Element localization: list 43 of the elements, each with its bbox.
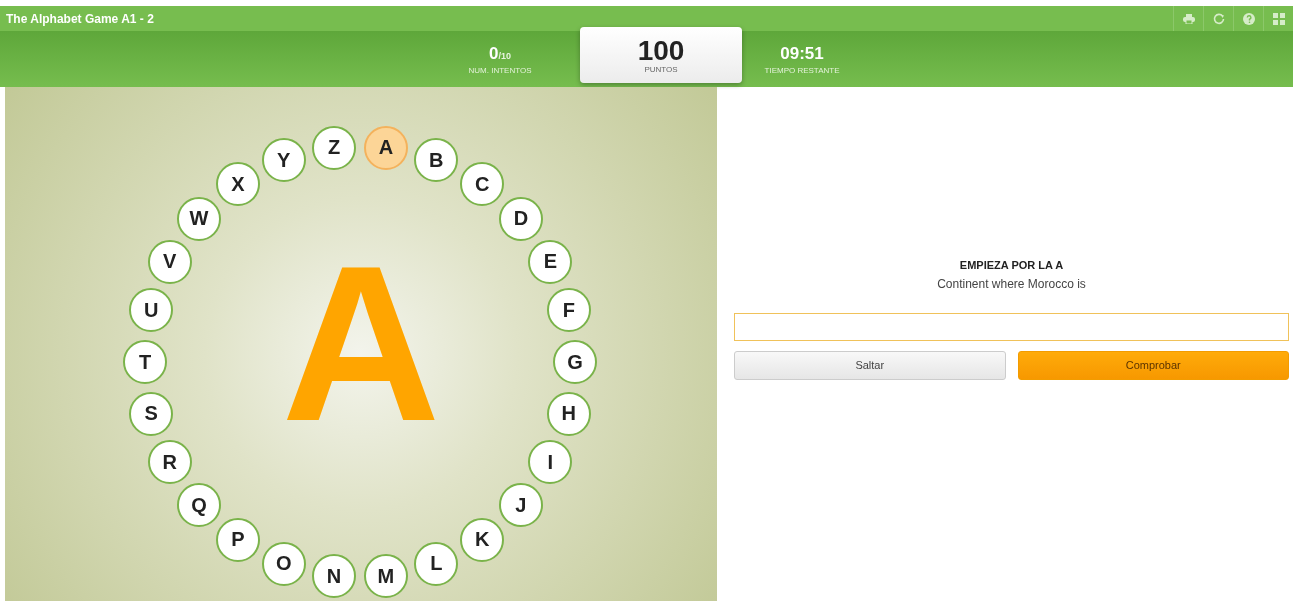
attempts-count: 0/10 [489,43,511,64]
letter-circle[interactable]: H [546,391,591,436]
letter-circle[interactable]: U [129,288,174,333]
letter-circle[interactable]: C [460,162,505,207]
restart-icon [1212,12,1225,25]
letter-circle[interactable]: T [123,340,167,384]
letter-circle[interactable]: X [215,162,260,207]
letter-circle[interactable]: I [528,440,573,485]
letter-circle[interactable]: B [414,138,459,183]
current-letter: A [281,234,441,454]
question-clue: Continent where Morocco is [936,276,1087,291]
letter-circle[interactable]: E [528,239,573,284]
skip-button[interactable]: Saltar [734,350,1006,380]
grid-icon [1272,12,1285,25]
letter-circle[interactable]: Y [261,138,306,183]
letter-circle[interactable]: K [460,517,505,562]
print-icon [1182,13,1195,24]
check-button[interactable]: Comprobar [1017,350,1289,380]
letter-circle[interactable]: L [414,541,459,586]
letter-circle[interactable]: W [177,196,222,241]
letter-circle[interactable]: R [147,440,192,485]
score-label: PUNTOS [644,64,678,74]
help-icon [1242,12,1255,25]
letter-circle[interactable]: A [363,125,408,170]
attempts-label: NUM. INTENTOS [468,65,532,75]
letter-circle[interactable]: F [546,288,591,333]
letter-circle[interactable]: Q [177,483,222,528]
letter-circle[interactable]: N [312,554,357,599]
score-value: 100 [637,36,685,65]
answer-field[interactable] [734,312,1289,341]
letter-circle[interactable]: G [553,340,597,384]
window-title: The Alphabet Game A1 - 2 [6,11,154,26]
letter-circle[interactable]: V [147,239,192,284]
letter-circle[interactable]: J [498,483,543,528]
letter-circle[interactable]: P [215,517,260,562]
letter-circle[interactable]: O [261,541,306,586]
letter-circle[interactable]: S [129,391,174,436]
question-heading: EMPIEZA POR LA A [958,258,1065,271]
letter-circle[interactable]: Z [312,125,357,170]
time-label: TIEMPO RESTANTE [764,65,840,75]
letter-circle[interactable]: M [363,554,408,599]
time-remaining: 09:51 [780,43,824,64]
letter-circle[interactable]: D [498,196,543,241]
